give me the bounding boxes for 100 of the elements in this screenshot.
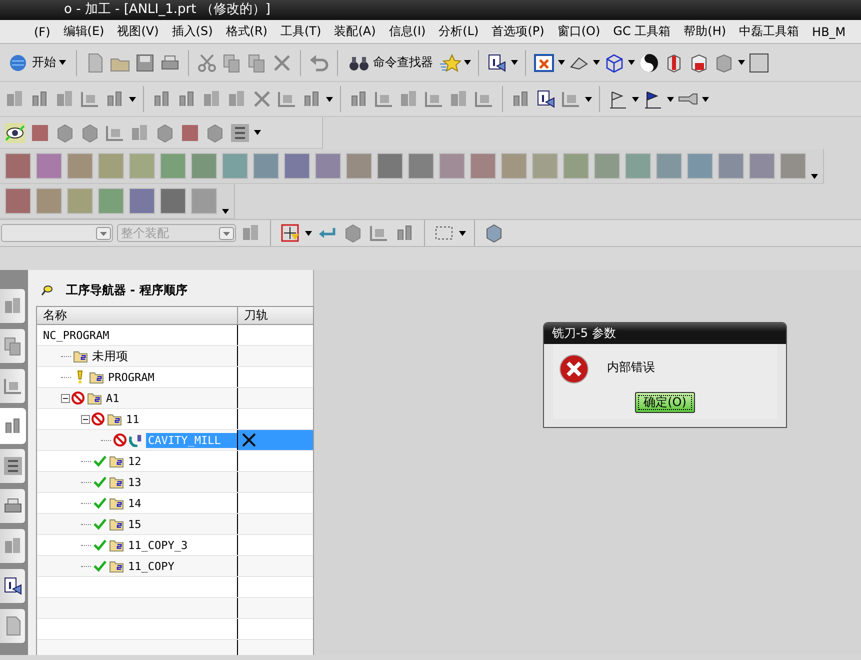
caret-icon[interactable] — [632, 96, 639, 102]
color-swatch[interactable] — [470, 153, 496, 179]
menu-item[interactable]: 插入(S) — [172, 23, 213, 40]
tree-row[interactable]: 12 — [37, 451, 313, 472]
caret-icon[interactable] — [326, 96, 333, 102]
color-swatch[interactable] — [687, 153, 713, 179]
navigator-tab[interactable] — [0, 568, 26, 604]
color-swatch[interactable] — [98, 188, 124, 214]
collapse-toggle-icon[interactable] — [61, 394, 70, 402]
menu-item[interactable]: 格式(R) — [226, 23, 268, 40]
circle-icon[interactable] — [638, 52, 660, 74]
caret-icon[interactable] — [129, 96, 136, 102]
menu-item[interactable]: 信息(I) — [388, 23, 426, 40]
info-icon[interactable] — [535, 88, 557, 110]
tree-row[interactable]: 13 — [37, 472, 313, 493]
color-swatch[interactable] — [253, 153, 279, 179]
tree-row[interactable]: 未用项 — [37, 346, 313, 367]
menu-item[interactable]: 视图(V) — [117, 23, 159, 40]
collapse-toggle-icon[interactable] — [81, 414, 90, 424]
color-swatch[interactable] — [191, 153, 217, 179]
menu-item[interactable]: 首选项(P) — [492, 23, 544, 40]
color-swatch[interactable] — [160, 188, 186, 214]
caret-icon[interactable] — [305, 230, 312, 236]
color-swatch[interactable] — [563, 153, 589, 179]
color-swatch[interactable] — [67, 188, 93, 214]
menu-item[interactable]: 工具(T) — [280, 23, 322, 40]
color-swatch[interactable] — [191, 188, 217, 214]
caret-icon[interactable] — [59, 60, 66, 65]
command-finder-button[interactable]: 命令查找器 — [345, 50, 436, 76]
caret-icon[interactable] — [593, 60, 600, 65]
caret-icon[interactable] — [558, 60, 565, 65]
layer-icon[interactable] — [229, 122, 251, 144]
column-header[interactable]: 刀轨 — [238, 307, 268, 324]
tree-row[interactable]: A1 — [37, 388, 313, 409]
caret-icon[interactable] — [702, 96, 709, 102]
color-swatch[interactable] — [129, 188, 155, 214]
menu-item[interactable]: GC 工具箱 — [613, 23, 671, 40]
info-icon[interactable] — [486, 52, 508, 74]
caret-icon[interactable] — [222, 209, 229, 214]
color-swatch[interactable] — [67, 153, 93, 179]
menu-item[interactable]: (F) — [34, 24, 50, 38]
color-swatch[interactable] — [377, 153, 403, 179]
selection-icon[interactable] — [279, 222, 301, 244]
color-swatch[interactable] — [780, 153, 806, 179]
caret-icon[interactable] — [459, 230, 466, 236]
menu-item[interactable]: 窗口(O) — [557, 23, 600, 40]
window-icon[interactable] — [533, 52, 555, 74]
tree-row[interactable]: 11_COPY — [37, 556, 313, 577]
color-swatch[interactable] — [36, 153, 62, 179]
menu-item[interactable]: 装配(A) — [334, 23, 376, 40]
menu-item[interactable]: 中磊工具箱 — [739, 23, 800, 40]
color-swatch[interactable] — [5, 153, 31, 179]
scissors-icon[interactable] — [196, 52, 218, 74]
color-swatch[interactable] — [501, 153, 527, 179]
caret-icon[interactable] — [667, 96, 674, 102]
color-swatch[interactable] — [284, 153, 310, 179]
tree-row[interactable]: PROGRAM — [37, 367, 313, 388]
color-swatch[interactable] — [439, 153, 465, 179]
color-swatch[interactable] — [160, 153, 186, 179]
menu-item[interactable]: HB_M — [812, 24, 846, 38]
navigator-tab[interactable] — [0, 448, 26, 484]
start-button[interactable]: 开始 — [4, 50, 69, 76]
eye-icon[interactable] — [4, 122, 26, 144]
color-swatch[interactable] — [656, 153, 682, 179]
caret-icon[interactable] — [254, 130, 261, 135]
menu-item[interactable]: 分析(L) — [438, 23, 479, 40]
color-swatch[interactable] — [346, 153, 372, 179]
caret-icon[interactable] — [738, 60, 745, 65]
caret-icon[interactable] — [585, 96, 592, 102]
color-swatch[interactable] — [315, 153, 341, 179]
caret-icon[interactable] — [511, 60, 518, 65]
color-swatch[interactable] — [594, 153, 620, 179]
square-icon[interactable] — [748, 52, 770, 74]
tree-row[interactable]: 11_COPY_3 — [37, 535, 313, 556]
menu-item[interactable]: 帮助(H) — [684, 23, 726, 40]
tree-row[interactable]: 15 — [37, 514, 313, 535]
color-swatch[interactable] — [222, 153, 248, 179]
color-swatch[interactable] — [718, 153, 744, 179]
color-swatch[interactable] — [5, 188, 31, 214]
pin-icon[interactable] — [40, 283, 54, 297]
column-header[interactable]: 名称 — [37, 307, 238, 324]
color-swatch[interactable] — [532, 153, 558, 179]
color-swatch[interactable] — [625, 153, 651, 179]
color-swatch[interactable] — [36, 188, 62, 214]
ok-button[interactable]: 确定(O) — [635, 392, 695, 413]
tree-row[interactable]: 11 — [37, 409, 313, 430]
menu-item[interactable]: 编辑(E) — [63, 23, 104, 40]
caret-icon[interactable] — [628, 60, 635, 65]
color-swatch[interactable] — [408, 153, 434, 179]
tree-connector — [81, 544, 91, 546]
tree-item-label: 14 — [127, 496, 142, 510]
color-swatch[interactable] — [129, 153, 155, 179]
caret-icon[interactable] — [811, 174, 818, 179]
star-icon[interactable] — [439, 52, 461, 74]
caret-icon[interactable] — [464, 60, 471, 65]
tree-row[interactable]: 14 — [37, 493, 313, 514]
color-swatch[interactable] — [98, 153, 124, 179]
filter-dropdown[interactable] — [1, 224, 113, 242]
color-swatch[interactable] — [749, 153, 775, 179]
tree-row[interactable]: NC_PROGRAM — [37, 325, 313, 346]
